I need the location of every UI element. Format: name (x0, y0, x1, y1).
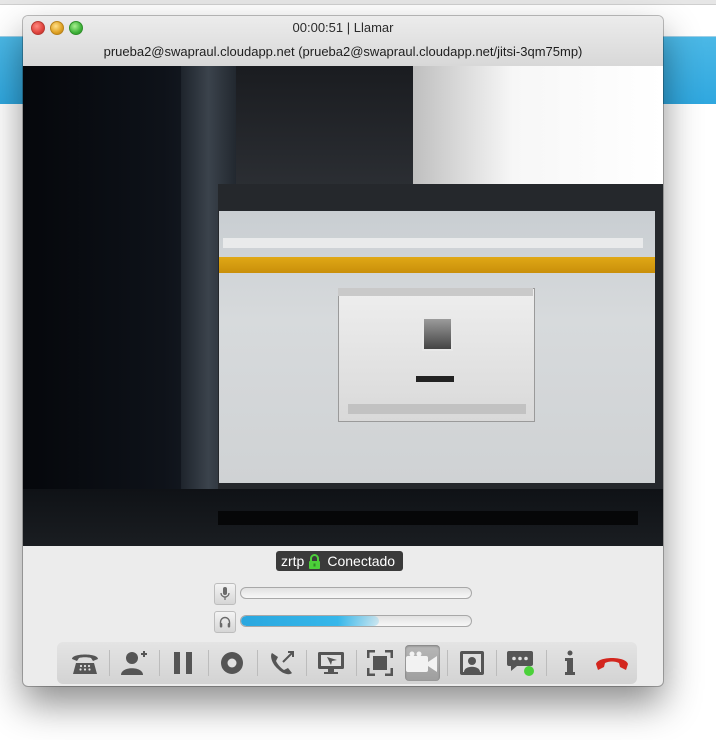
video-frame-dialog-title (338, 288, 533, 296)
connection-state-label: Conectado (327, 553, 396, 569)
video-icon (405, 651, 439, 675)
remote-video-view[interactable] (23, 66, 663, 546)
video-frame-dialog-label (416, 376, 454, 382)
video-button[interactable] (404, 645, 441, 681)
hangup-button[interactable] (595, 645, 630, 681)
video-frame-cables (233, 66, 423, 186)
toolbar-separator (306, 650, 308, 676)
background-window-edge (0, 0, 716, 5)
hangup-icon (595, 655, 629, 671)
video-frame-screen-bar (219, 257, 655, 273)
dialpad-button[interactable] (67, 645, 102, 681)
video-frame-keyboard (218, 511, 638, 525)
remote-participant-address: prueba2@swapraul.cloudapp.net (prueba2@s… (103, 44, 583, 59)
speaker-level-meter (240, 615, 472, 627)
toolbar-separator (257, 650, 258, 676)
toolbar-separator (447, 650, 448, 676)
add-participant-button[interactable] (116, 645, 151, 681)
call-info-button[interactable] (552, 645, 587, 681)
video-frame-dialog-toolbar (348, 404, 526, 414)
toolbar-separator (355, 650, 357, 676)
security-status-badge[interactable]: zrtp Conectado (276, 551, 404, 571)
security-protocol-label: zrtp (281, 553, 305, 569)
fullscreen-icon (367, 650, 394, 676)
call-window: 00:00:51 | Llamar prueba2@swapraul.cloud… (23, 16, 663, 686)
toolbar-separator (109, 650, 111, 676)
title-bar[interactable]: 00:00:51 | Llamar prueba2@swapraul.cloud… (23, 16, 663, 67)
add-participant-icon (120, 650, 148, 676)
microphone-level-meter (240, 587, 472, 599)
call-duration-title: 00:00:51 | Llamar (292, 20, 394, 35)
desktop-sharing-icon (317, 650, 345, 676)
toolbar-separator (496, 650, 498, 676)
record-button[interactable] (215, 645, 250, 681)
info-icon (564, 650, 576, 676)
transfer-call-button[interactable] (264, 645, 299, 681)
video-frame-dialog (338, 288, 535, 422)
toolbar-separator (545, 650, 547, 676)
transfer-icon (268, 649, 296, 677)
headphones-icon[interactable] (214, 611, 236, 633)
video-frame-screen-row (223, 238, 643, 248)
desktop-sharing-button[interactable] (313, 645, 348, 681)
fullscreen-button[interactable] (362, 645, 397, 681)
microphone-icon[interactable] (214, 583, 236, 605)
video-frame-window-light (413, 66, 663, 191)
call-toolbar (57, 642, 637, 684)
video-frame-avatar (422, 317, 453, 351)
hold-icon (172, 651, 194, 675)
hold-button[interactable] (165, 645, 200, 681)
lock-icon (308, 553, 321, 569)
chat-icon (506, 649, 536, 677)
local-video-button[interactable] (454, 645, 489, 681)
toolbar-separator (207, 650, 209, 676)
record-icon (220, 651, 244, 675)
speaker-level-fill (241, 616, 379, 626)
dialpad-icon (69, 650, 101, 676)
chat-button[interactable] (503, 645, 538, 681)
local-video-icon (459, 650, 485, 676)
toolbar-separator (158, 650, 160, 676)
